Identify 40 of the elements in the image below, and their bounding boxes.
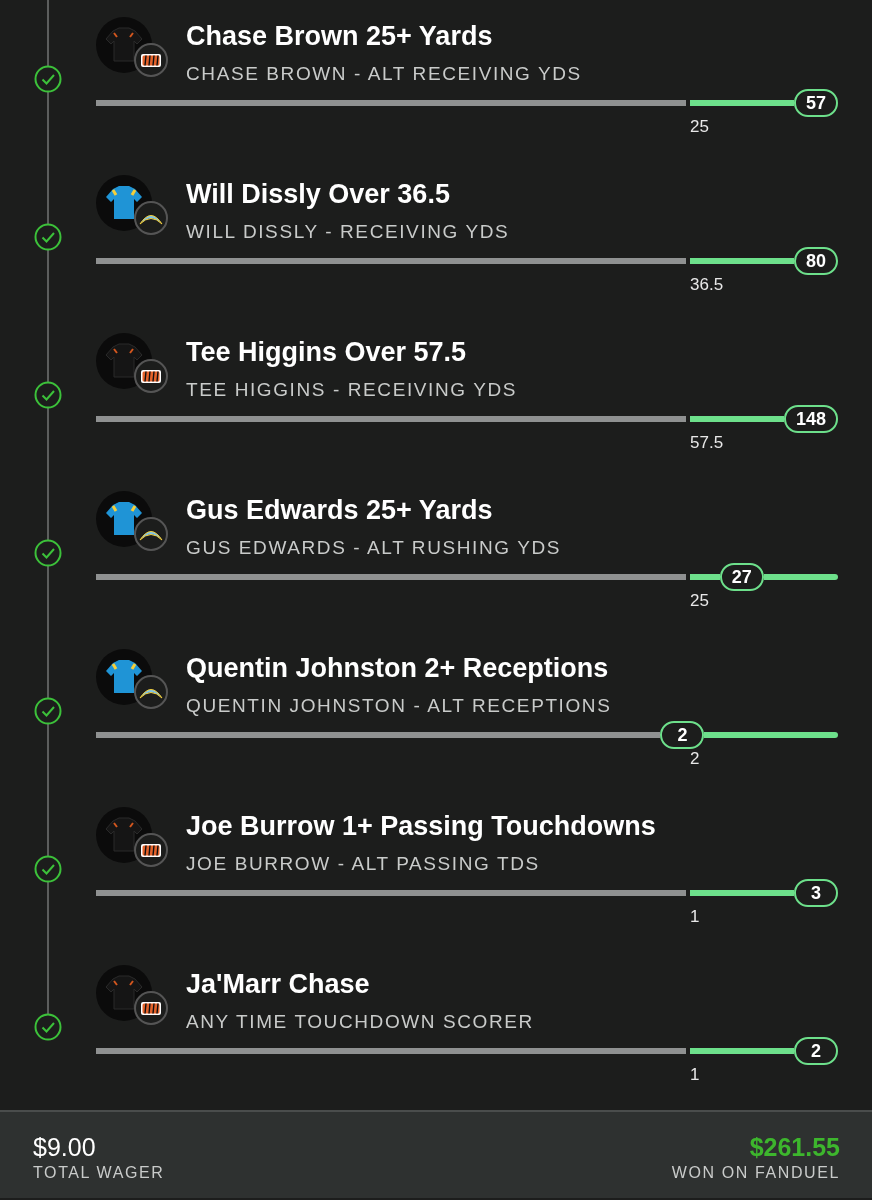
team-logo-icon [134, 517, 168, 551]
result-value-badge: 27 [719, 563, 764, 591]
leg-subtitle: GUS EDWARDS - ALT RUSHING YDS [186, 536, 562, 560]
leg-title: Ja'Marr Chase [186, 968, 371, 1000]
team-logo-icon [134, 43, 168, 77]
payout-amount: $261.55 [749, 1132, 840, 1162]
leg-subtitle: TEE HIGGINS - RECEIVING YDS [186, 378, 518, 402]
leg-title: Will Dissly Over 36.5 [186, 178, 451, 210]
threshold-label: 1 [690, 907, 700, 927]
progress-bar-over [690, 574, 720, 580]
team-logo-icon [134, 201, 168, 235]
result-value-badge: 148 [784, 405, 839, 433]
wager-amount: $9.00 [33, 1132, 97, 1162]
result-value-badge: 2 [660, 721, 705, 749]
team-logo-icon [134, 833, 168, 867]
result-value-badge: 80 [794, 247, 839, 275]
leg-subtitle: JOE BURROW - ALT PASSING TDS [186, 852, 541, 876]
result-value-badge: 57 [794, 89, 839, 117]
threshold-label: 1 [690, 1065, 700, 1085]
threshold-label: 2 [690, 749, 700, 769]
threshold-label: 25 [690, 117, 709, 137]
leg-title: Gus Edwards 25+ Yards [186, 494, 494, 526]
leg-subtitle: QUENTIN JOHNSTON - ALT RECEPTIONS [186, 694, 612, 718]
leg-title: Chase Brown 25+ Yards [186, 20, 494, 52]
wager-label: TOTAL WAGER [33, 1164, 165, 1182]
leg-subtitle: CHASE BROWN - ALT RECEIVING YDS [186, 62, 582, 86]
team-logo-icon [134, 991, 168, 1025]
payout-label: WON ON FANDUEL [671, 1164, 840, 1182]
leg-title: Tee Higgins Over 57.5 [186, 336, 468, 368]
leg-title: Quentin Johnston 2+ Receptions [186, 652, 610, 684]
result-value-badge: 2 [794, 1037, 838, 1065]
threshold-label: 36.5 [690, 275, 724, 295]
leg-subtitle: WILL DISSLY - RECEIVING YDS [186, 220, 510, 244]
team-logo-icon [134, 675, 168, 709]
result-value-badge: 3 [794, 879, 838, 907]
threshold-label: 25 [690, 591, 709, 611]
leg-title: Joe Burrow 1+ Passing Touchdowns [186, 810, 656, 842]
threshold-label: 57.5 [690, 433, 724, 453]
leg-subtitle: ANY TIME TOUCHDOWN SCORER [186, 1010, 534, 1034]
team-logo-icon [134, 359, 168, 393]
